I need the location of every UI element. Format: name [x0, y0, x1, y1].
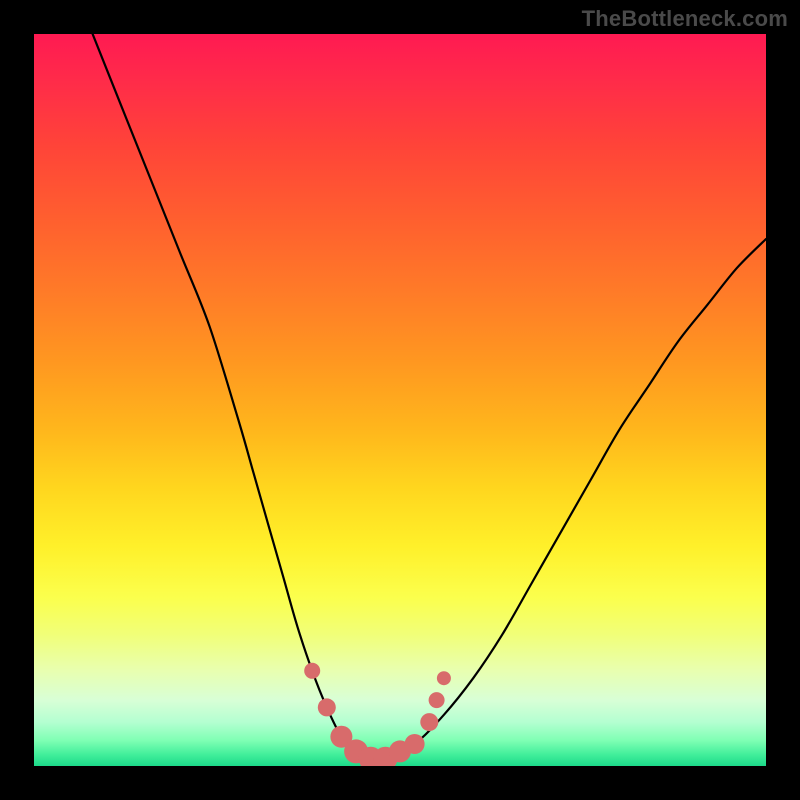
highlight-dot [304, 663, 320, 679]
highlight-dot [405, 734, 425, 754]
highlight-dot [420, 713, 438, 731]
highlight-dots [304, 663, 451, 766]
curve-layer [34, 34, 766, 766]
plot-area [34, 34, 766, 766]
watermark-text: TheBottleneck.com [582, 6, 788, 32]
chart-frame: TheBottleneck.com [0, 0, 800, 800]
bottleneck-curve [93, 34, 766, 760]
highlight-dot [429, 692, 445, 708]
highlight-dot [318, 698, 336, 716]
highlight-dot [437, 671, 451, 685]
